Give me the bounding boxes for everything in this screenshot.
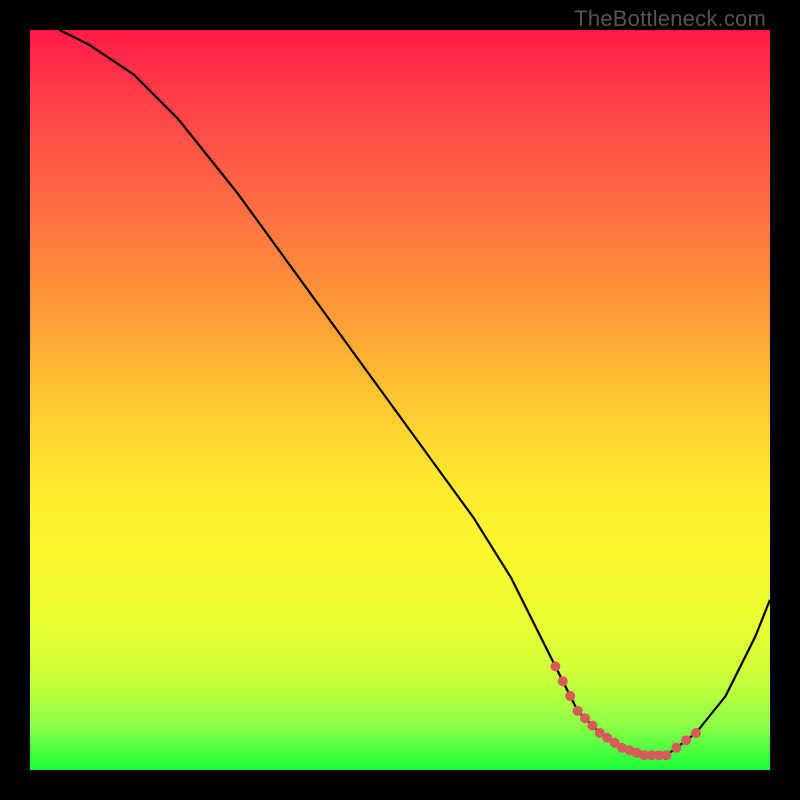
bottleneck-curve (60, 30, 770, 755)
optimal-dot (558, 676, 568, 686)
attribution-label: TheBottleneck.com (574, 6, 766, 32)
optimal-range-dots (550, 661, 701, 760)
optimal-dot (661, 750, 671, 760)
optimal-dot (671, 743, 681, 753)
optimal-dot (580, 713, 590, 723)
chart-frame: TheBottleneck.com (0, 0, 800, 800)
plot-area (30, 30, 770, 770)
optimal-dot (573, 706, 583, 716)
optimal-dot (550, 661, 560, 671)
optimal-dot (681, 735, 691, 745)
curve-overlay (30, 30, 770, 770)
optimal-dot (587, 721, 597, 731)
optimal-dot (565, 691, 575, 701)
optimal-dot (691, 728, 701, 738)
